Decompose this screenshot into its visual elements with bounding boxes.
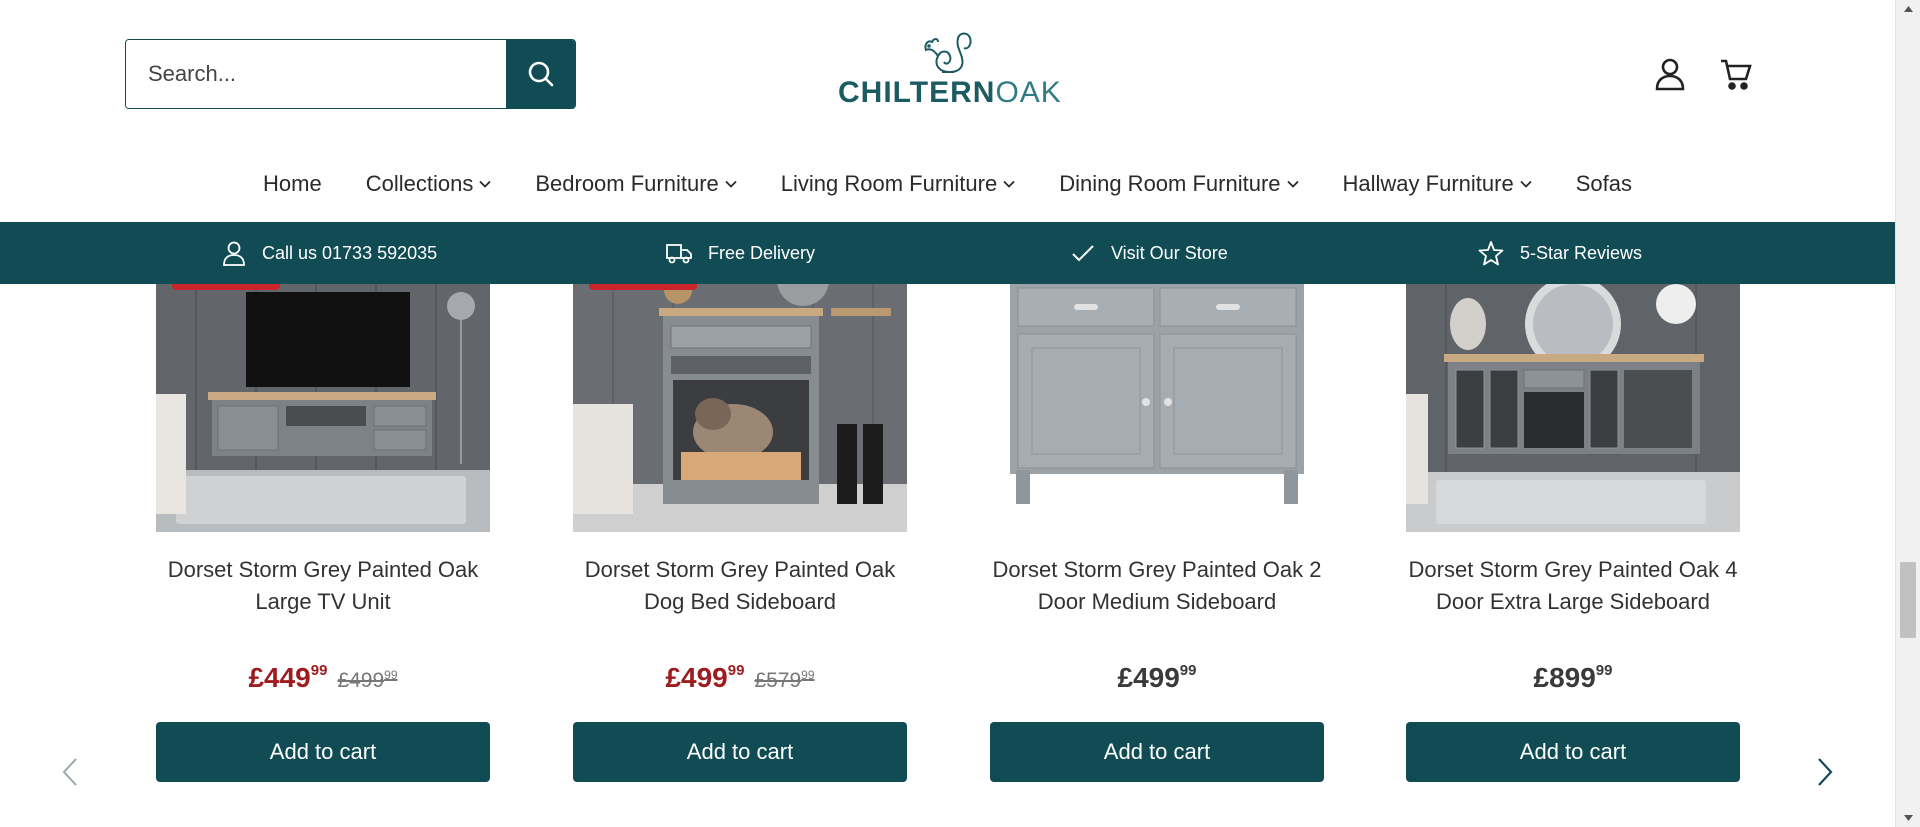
- sale-price: £44999: [248, 662, 327, 694]
- was-price: £49999: [337, 668, 397, 693]
- sale-badge: [172, 284, 280, 290]
- star-icon: [1478, 241, 1504, 266]
- nav-item-home[interactable]: Home: [263, 163, 322, 205]
- price-row: £89999: [1406, 662, 1740, 694]
- site-header: CHILTERNOAK Home Collections Bedroom Furni…: [0, 0, 1895, 222]
- four-door-sideboard-image: [1406, 284, 1740, 532]
- nav-item-dining-room-furniture[interactable]: Dining Room Furniture: [1059, 163, 1299, 205]
- product-title[interactable]: Dorset Storm Grey Painted Oak 4 Door Ext…: [1406, 554, 1740, 618]
- arrow-up-icon: [1904, 6, 1913, 12]
- add-to-cart-button[interactable]: Add to cart: [990, 722, 1324, 782]
- header-icons: [1652, 56, 1754, 92]
- search-icon: [528, 61, 553, 87]
- price-main: £899: [1533, 662, 1596, 693]
- arrow-down-icon: [1904, 815, 1913, 821]
- logo-wordmark: CHILTERNOAK: [838, 76, 1061, 110]
- squirrel-logo-icon: [924, 32, 972, 73]
- price-row: £49999 £57999: [573, 662, 907, 694]
- product-image[interactable]: [156, 284, 490, 532]
- was-price: £57999: [754, 668, 814, 693]
- info-store[interactable]: Visit Our Store: [1071, 222, 1228, 284]
- price-row: £44999 £49999: [156, 662, 490, 694]
- carousel-prev-arrow[interactable]: [55, 752, 85, 792]
- info-bar: Call us 01733 592035 Free Delivery Visit…: [0, 222, 1895, 284]
- truck-icon: [666, 244, 692, 264]
- cart-button[interactable]: [1718, 56, 1754, 92]
- price-main: £499: [1117, 662, 1180, 693]
- checkmark-icon: [1072, 245, 1094, 262]
- was-price-pence: 99: [384, 668, 398, 682]
- scroll-down-arrow[interactable]: [1896, 809, 1920, 827]
- chevron-down-icon: [1286, 180, 1299, 188]
- price: £89999: [1534, 662, 1613, 694]
- carousel-next-arrow[interactable]: [1810, 752, 1840, 792]
- logo-text-oak: OAK: [995, 76, 1062, 109]
- scroll-up-arrow[interactable]: [1896, 0, 1920, 18]
- info-store-label: Visit Our Store: [1111, 242, 1228, 263]
- site-logo[interactable]: CHILTERNOAK: [838, 28, 1061, 110]
- product-title[interactable]: Dorset Storm Grey Painted Oak Large TV U…: [156, 554, 490, 618]
- cart-icon: [1721, 59, 1752, 90]
- logo-text-chiltern: CHILTERN: [838, 76, 996, 109]
- product-image[interactable]: [1406, 284, 1740, 532]
- price-row: £49999: [990, 662, 1324, 694]
- sale-badge: [589, 284, 697, 290]
- info-call[interactable]: Call us 01733 592035: [222, 222, 437, 284]
- nav-item-label: Bedroom Furniture: [535, 171, 719, 196]
- main-nav: Home Collections Bedroom Furniture Living R…: [0, 163, 1895, 205]
- two-door-sideboard-image: [990, 284, 1324, 532]
- tv-unit-image: [156, 284, 490, 532]
- product-image[interactable]: [990, 284, 1324, 532]
- page-scrollbar[interactable]: [1895, 0, 1920, 827]
- chevron-left-icon: [62, 758, 77, 786]
- add-to-cart-button[interactable]: Add to cart: [1406, 722, 1740, 782]
- info-reviews[interactable]: 5-Star Reviews: [1478, 222, 1642, 284]
- nav-item-label: Living Room Furniture: [780, 171, 998, 196]
- product-title[interactable]: Dorset Storm Grey Painted Oak Dog Bed Si…: [573, 554, 907, 618]
- chevron-down-icon: [1520, 180, 1532, 188]
- sale-price: £49999: [665, 662, 744, 694]
- nav-item-label: Collections: [365, 171, 474, 196]
- account-button[interactable]: [1652, 56, 1688, 92]
- product-image[interactable]: [573, 284, 907, 532]
- add-to-cart-button[interactable]: Add to cart: [573, 722, 907, 782]
- dog-bed-sideboard-image: [573, 284, 907, 532]
- search-input[interactable]: [126, 40, 506, 108]
- price-pence: 99: [1179, 661, 1197, 679]
- product-title[interactable]: Dorset Storm Grey Painted Oak 2 Door Med…: [990, 554, 1324, 618]
- info-call-label: Call us 01733 592035: [262, 242, 438, 263]
- add-to-cart-button[interactable]: Add to cart: [156, 722, 490, 782]
- info-delivery[interactable]: Free Delivery: [666, 222, 815, 284]
- product-carousel: Dorset Storm Grey Painted Oak Large TV U…: [0, 284, 1895, 827]
- info-reviews-label: 5-Star Reviews: [1520, 242, 1643, 263]
- chevron-down-icon: [1003, 180, 1015, 188]
- chevron-down-icon: [725, 180, 737, 188]
- scrollbar-thumb[interactable]: [1900, 562, 1916, 638]
- nav-item-hallway-furniture[interactable]: Hallway Furniture: [1343, 163, 1532, 205]
- was-price-main: £499: [337, 669, 385, 692]
- nav-item-collections[interactable]: Collections: [366, 163, 492, 205]
- search-box: [125, 39, 576, 109]
- nav-item-label: Home: [263, 171, 322, 196]
- chevron-right-icon: [1818, 758, 1833, 786]
- nav-item-bedroom-furniture[interactable]: Bedroom Furniture: [535, 163, 737, 205]
- price-pence: 99: [727, 661, 745, 679]
- account-icon: [1655, 58, 1685, 91]
- nav-item-sofas[interactable]: Sofas: [1576, 163, 1632, 205]
- price-main: £449: [248, 662, 311, 693]
- price-pence: 99: [310, 661, 328, 679]
- person-icon: [223, 241, 245, 266]
- was-price-pence: 99: [801, 668, 815, 682]
- price-main: £499: [665, 662, 728, 693]
- chevron-down-icon: [479, 180, 491, 188]
- nav-item-label: Hallway Furniture: [1342, 171, 1514, 196]
- nav-item-living-room-furniture[interactable]: Living Room Furniture: [781, 163, 1015, 205]
- was-price-main: £579: [754, 669, 802, 692]
- price: £49999: [1118, 662, 1197, 694]
- price-pence: 99: [1595, 661, 1613, 679]
- info-delivery-label: Free Delivery: [708, 242, 816, 263]
- search-button[interactable]: [506, 40, 575, 108]
- nav-item-label: Sofas: [1575, 171, 1632, 196]
- nav-item-label: Dining Room Furniture: [1059, 171, 1281, 196]
